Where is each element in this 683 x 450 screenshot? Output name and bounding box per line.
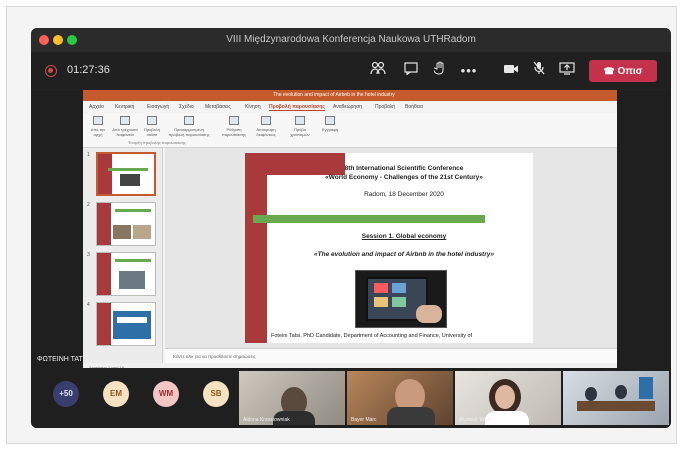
window-title: VIII Międzynarodowa Konferencja Naukowa …	[226, 34, 476, 45]
leave-label: Οπισ	[617, 66, 643, 77]
record-icon	[325, 116, 335, 125]
slide-divider-bar	[253, 215, 485, 223]
slide-number: 4	[87, 302, 90, 308]
tablet-photo	[355, 270, 447, 328]
from-beginning-button[interactable]: Από την αρχή	[87, 116, 109, 137]
video-tile[interactable]: Φωτεινή Τάτση	[455, 371, 561, 425]
from-beginning-label: Από την αρχή	[90, 127, 106, 137]
teams-meeting-window: VIII Międzynarodowa Konferencja Naukowa …	[31, 28, 671, 428]
rehearse-timings-button[interactable]: Πρόβα χρονισμών	[287, 116, 313, 137]
slide-decoration	[245, 153, 267, 343]
presenter-name-label: ΦΩΤΕΙΝΗ ΤΑΤΣΗ	[37, 356, 93, 363]
powerpoint-window: The evolution and impact of Airbnb in th…	[83, 90, 617, 372]
tab-help[interactable]: Βοήθεια	[405, 104, 423, 110]
present-online-label: Προβολή online	[143, 127, 161, 137]
participant-name: Aldona Krzostowniak	[243, 417, 290, 423]
leave-button[interactable]: ☎ Οπισ	[589, 60, 657, 82]
raise-hand-icon[interactable]	[430, 61, 450, 81]
slide-number: 1	[87, 152, 90, 158]
conference-date: Radom, 18 December 2020	[364, 191, 444, 198]
custom-show-button[interactable]: Προσαρμοσμένη προβολή παρουσίασης	[167, 116, 211, 137]
online-icon	[147, 116, 157, 125]
ribbon-tabs: Αρχείο Κεντρική Εισαγωγή Σχέδιο Μεταβάσε…	[83, 101, 617, 113]
author-line: Foteini Tatsi, PhD Candidate, Department…	[271, 333, 473, 339]
video-tile[interactable]: Bayer Marc	[347, 371, 453, 425]
hide-icon	[261, 116, 271, 125]
tab-insert[interactable]: Εισαγωγή	[147, 104, 169, 110]
custom-show-label: Προσαρμοσμένη προβολή παρουσίασης	[168, 127, 210, 137]
camera-icon[interactable]	[501, 61, 521, 81]
mic-muted-icon[interactable]	[529, 61, 549, 81]
share-icon[interactable]	[557, 61, 577, 81]
notes-pane[interactable]: Κάντε κλικ για να προσθέσετε σημειώσεις	[165, 348, 617, 363]
more-icon[interactable]: •••	[459, 61, 479, 81]
title-bar: VIII Międzynarodowa Konferencja Naukowa …	[31, 28, 671, 52]
tab-home[interactable]: Κεντρική	[115, 104, 134, 110]
slide-thumbnail-2[interactable]	[96, 202, 156, 246]
phone-hangup-icon: ☎	[603, 66, 615, 76]
video-tile[interactable]	[563, 371, 669, 425]
tab-design[interactable]: Σχέδιο	[179, 104, 194, 110]
setup-icon	[229, 116, 239, 125]
people-icon[interactable]	[368, 61, 388, 81]
slide-number: 3	[87, 252, 90, 258]
conference-subtitle: «World Economy - Challenges of the 21st …	[325, 174, 483, 181]
setup-show-button[interactable]: Ρύθμιση παρουσίασης	[221, 116, 247, 137]
avatar[interactable]: WM	[153, 381, 179, 407]
tab-transitions[interactable]: Μεταβάσεις	[205, 104, 231, 110]
record-label: Εγγραφή	[321, 127, 339, 132]
session-title: Session 1. Global economy	[361, 233, 447, 240]
more-participants-badge[interactable]: +50	[53, 381, 79, 407]
meeting-controls-bar: 01:27:36 ••• ☎ Οπισ	[31, 52, 671, 90]
meeting-timer: 01:27:36	[67, 64, 110, 76]
tab-view[interactable]: Προβολή	[375, 104, 395, 110]
timer-icon	[295, 116, 305, 125]
present-online-button[interactable]: Προβολή online	[141, 116, 163, 137]
participants-strip: +50 EM WM SB Aldona Krzostowniak Bayer M…	[31, 368, 671, 428]
document-title: The evolution and impact of Airbnb in th…	[273, 92, 395, 98]
hide-slide-button[interactable]: Απόκρυψη διαφάνειας	[251, 116, 281, 137]
rehearse-label: Πρόβα χρονισμών	[290, 127, 310, 137]
ribbon-group-label: Έναρξη προβολής παρουσίασης	[128, 140, 186, 145]
slide-thumbnails-pane: 1 2 3 4	[83, 148, 163, 363]
shared-screen-stage: The evolution and impact of Airbnb in th…	[31, 90, 671, 372]
slide-thumbnail-3[interactable]	[96, 252, 156, 296]
conference-title: 8th International Scientific Conference	[344, 165, 464, 172]
tab-file[interactable]: Αρχείο	[89, 104, 104, 110]
hide-slide-label: Απόκρυψη διαφάνειας	[256, 127, 276, 137]
setup-show-label: Ρύθμιση παρουσίασης	[222, 127, 246, 137]
avatar[interactable]: SB	[203, 381, 229, 407]
from-current-button[interactable]: Από τρέχουσα διαφάνεια	[111, 116, 139, 137]
participant-name: Bayer Marc	[351, 417, 377, 423]
slideshow-icon	[120, 116, 130, 125]
tab-slide-show[interactable]: Προβολή παρουσίασης	[269, 104, 325, 111]
powerpoint-title-bar: The evolution and impact of Airbnb in th…	[83, 90, 617, 101]
current-slide[interactable]: 8th International Scientific Conference …	[245, 153, 533, 343]
slideshow-icon	[93, 116, 103, 125]
video-tile[interactable]: Aldona Krzostowniak	[239, 371, 345, 425]
custom-show-icon	[184, 116, 194, 125]
slide-editing-area: 8th International Scientific Conference …	[165, 148, 617, 348]
chat-icon[interactable]	[401, 61, 421, 81]
avatar[interactable]: EM	[103, 381, 129, 407]
from-current-label: Από τρέχουσα διαφάνεια	[112, 127, 138, 137]
participant-name: Φωτεινή Τάτση	[459, 417, 492, 423]
tab-animations[interactable]: Κίνηση	[245, 104, 261, 110]
record-button[interactable]: Εγγραφή	[319, 116, 341, 132]
slide-thumbnail-1[interactable]	[96, 152, 156, 196]
talk-title: «The evolution and impact of Airbnb in t…	[314, 251, 494, 258]
slide-thumbnail-4[interactable]	[96, 302, 156, 346]
recording-icon	[45, 65, 57, 77]
tab-review[interactable]: Αναθεώρηση	[333, 104, 362, 110]
ribbon-toolbar: Από την αρχή Από τρέχουσα διαφάνεια Προβ…	[83, 113, 617, 148]
slide-number: 2	[87, 202, 90, 208]
